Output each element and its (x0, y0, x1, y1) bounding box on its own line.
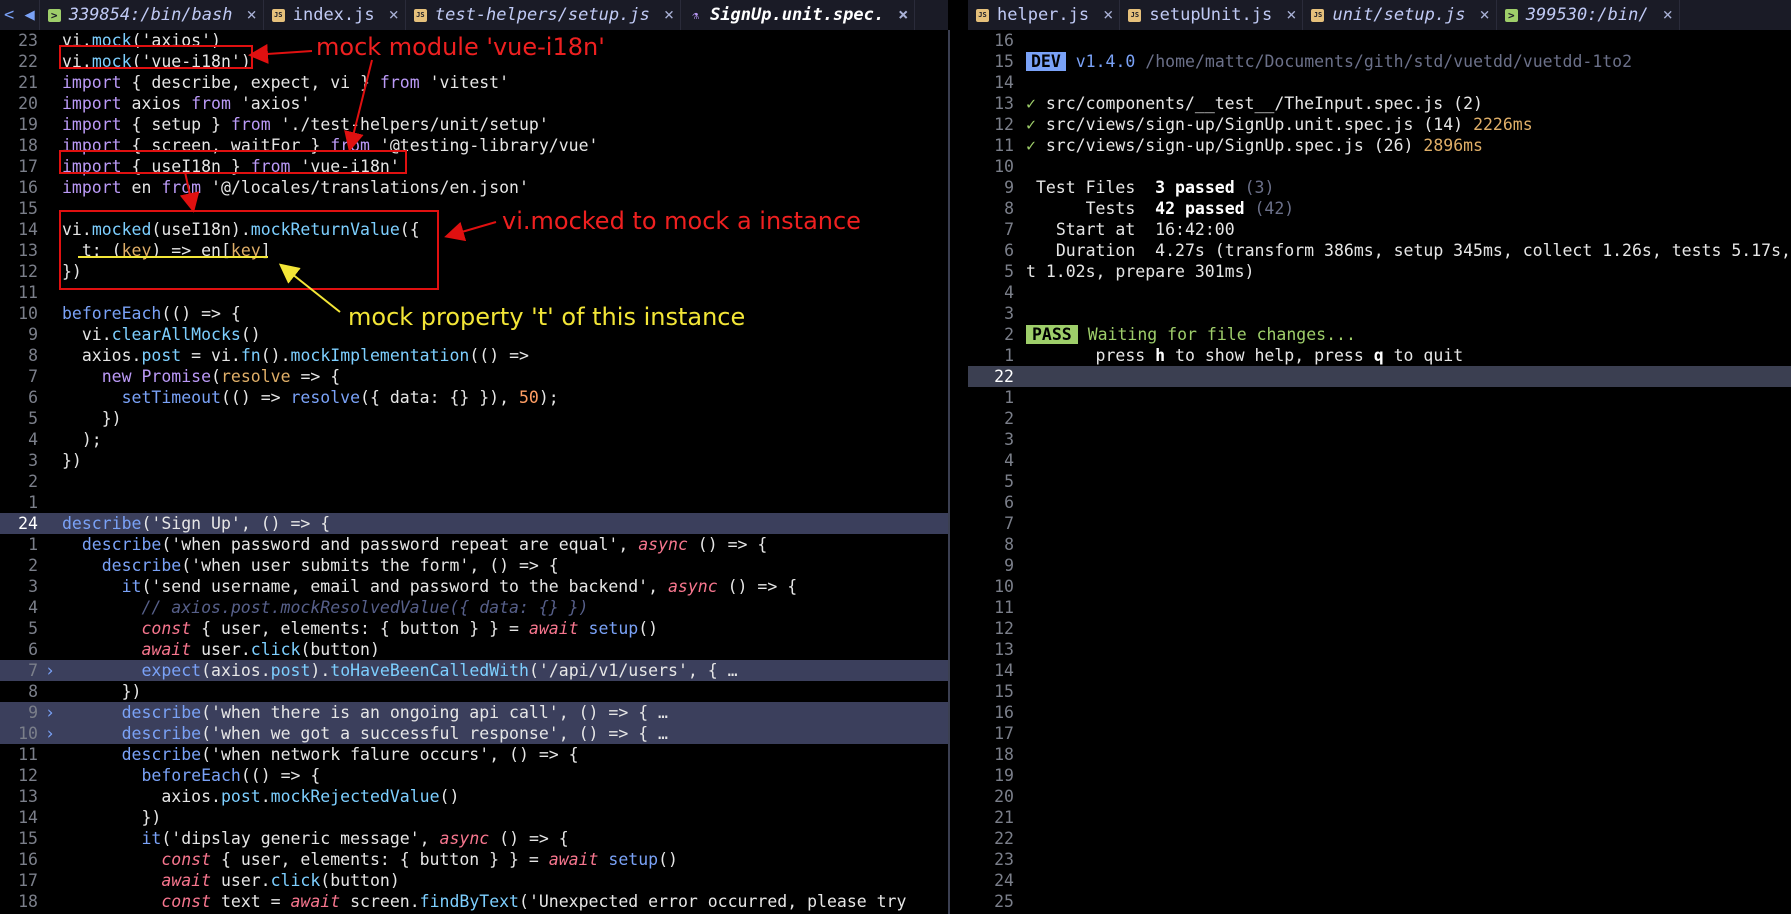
annotation-arrows (179, 43, 497, 313)
